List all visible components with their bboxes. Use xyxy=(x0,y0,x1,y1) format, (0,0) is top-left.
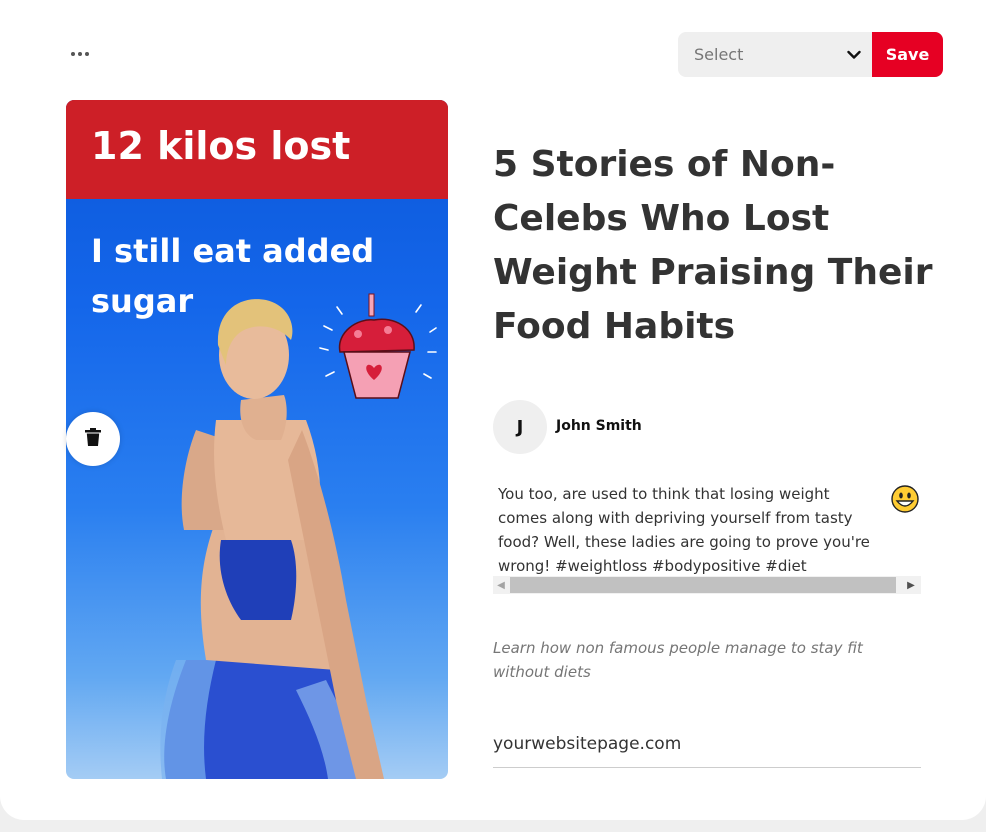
board-select-value: Select xyxy=(694,45,744,64)
scroll-left-arrow-icon[interactable]: ◀ xyxy=(493,576,509,594)
alt-text-field[interactable]: Learn how non famous people manage to st… xyxy=(493,636,893,684)
save-button[interactable]: Save xyxy=(872,32,943,77)
woman-figure-illustration xyxy=(160,299,384,779)
pin-banner-text: 12 kilos lost xyxy=(91,124,351,168)
author-name: John Smith xyxy=(556,418,642,434)
pin-banner: 12 kilos lost xyxy=(66,100,448,199)
author-avatar: J xyxy=(493,400,547,454)
description-horizontal-scrollbar[interactable]: ◀ ▶ xyxy=(493,576,921,594)
more-options-icon[interactable] xyxy=(66,44,94,64)
description-field[interactable]: You too, are used to think that losing w… xyxy=(493,480,921,594)
chevron-down-icon xyxy=(846,47,862,63)
trash-icon xyxy=(85,428,101,450)
cupcake-sticker-icon xyxy=(319,293,437,399)
scrollbar-thumb[interactable] xyxy=(510,577,896,593)
grinning-face-emoji-icon xyxy=(891,485,919,513)
pin-image: 12 kilos lost I still eat added sugar xyxy=(66,100,448,779)
delete-image-button[interactable] xyxy=(66,412,120,466)
destination-link-field[interactable]: yourwebsitepage.com xyxy=(493,734,921,768)
pin-title[interactable]: 5 Stories of Non-Celebs Who Lost Weight … xyxy=(493,138,933,354)
scroll-right-arrow-icon[interactable]: ▶ xyxy=(901,576,921,594)
description-text: You too, are used to think that losing w… xyxy=(498,485,870,575)
pin-editor-card: Select Save 12 kilos lost I still eat ad… xyxy=(0,0,986,820)
board-select[interactable]: Select xyxy=(678,32,874,77)
